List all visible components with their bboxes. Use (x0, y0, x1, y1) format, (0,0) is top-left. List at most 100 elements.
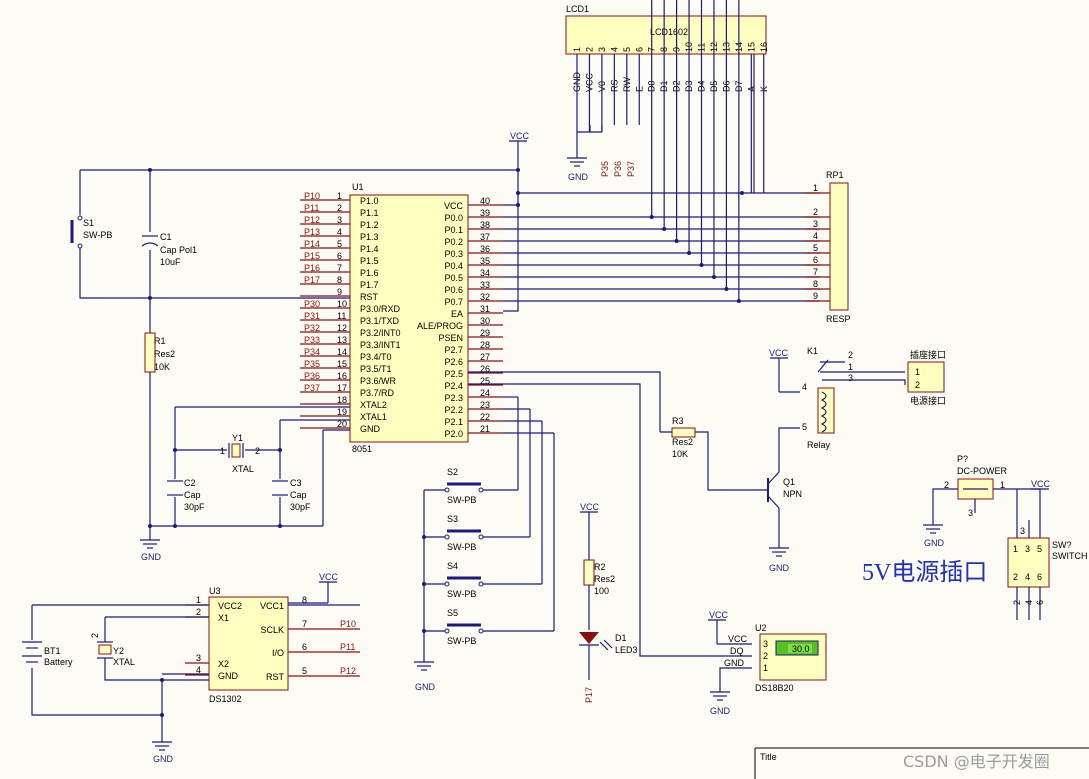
y1-crystal[interactable]: Y1 XTAL 1 2 (220, 433, 260, 474)
s1-reset-switch[interactable]: S1 SW-PB (70, 215, 112, 249)
junction (662, 227, 667, 231)
lcd-pin-number: 3 (597, 47, 607, 52)
gnd-left: GND (140, 526, 162, 562)
mcu-pin-name: P0.5 (444, 273, 463, 283)
switch-s4[interactable]: S4 SW-PB (422, 420, 543, 599)
switch-s5[interactable]: S5 SW-PB (422, 432, 555, 646)
out-connector[interactable]: 1 2 插座接口 电源接口 (907, 349, 946, 406)
c3-capacitor[interactable]: C3 Cap 30pF (272, 478, 311, 512)
lcd-gnd-symbol: GND (567, 157, 589, 182)
mcu-pin-name: P3.0/RXD (360, 304, 401, 314)
switch-designator: S5 (447, 608, 458, 618)
lcd-pin-number: 4 (609, 47, 619, 52)
bt1-battery[interactable]: BT1 Battery (22, 641, 73, 667)
mcu-pin-number: 24 (480, 388, 490, 398)
mcu-pin-number: 22 (480, 412, 490, 422)
mcu-pin-number: 30 (480, 316, 490, 326)
r1-resistor[interactable]: R1 Res2 10K (144, 332, 175, 373)
mcu-pin-name: P1.3 (360, 232, 379, 242)
mcu-pin-number: 38 (480, 220, 490, 230)
rp1-pins: 1 2 3 4 5 6 7 8 9 (805, 183, 830, 302)
k1-relay[interactable]: K1 Relay 2 1 3 4 5 (802, 346, 853, 450)
svg-text:2: 2 (915, 380, 920, 390)
q1-designator: Q1 (783, 477, 795, 487)
sw-power-switch[interactable]: 1 3 5 2 4 6 SW? SWITCH 3 2 4 6 (1007, 520, 1088, 620)
svg-text:3: 3 (848, 373, 853, 383)
p7-name: DC-POWER (957, 466, 1007, 476)
switch-designator: S2 (447, 467, 458, 477)
y2-designator: Y2 (113, 646, 124, 656)
svg-text:5: 5 (1037, 544, 1042, 554)
mcu-pin-name: EA (451, 309, 463, 319)
d1-led[interactable]: D1 LED3 P17 (579, 632, 638, 703)
q1-transistor[interactable]: Q1 NPN (767, 468, 802, 548)
u3-ds1302[interactable]: U3 DS1302 1VCC22X13X24GND8VCC17SCLKP106I… (185, 586, 360, 704)
mcu-pin-name: P1.0 (360, 196, 379, 206)
mcu-pin-number: 5 (337, 239, 342, 249)
rp1-pin-number: 1 (813, 183, 818, 193)
power-socket-title: 5V电源插口 (862, 559, 987, 586)
svg-text:2: 2 (848, 350, 853, 360)
p7-dc-power[interactable]: P? DC-POWER 2 1 3 (944, 454, 1007, 518)
u3-pin-number: 5 (302, 666, 307, 676)
svg-text:4: 4 (802, 382, 807, 392)
mcu-pin-name: P3.6/WR (360, 376, 397, 386)
c1-value: 10uF (160, 257, 181, 267)
mcu-pin-name: P3.1/TXD (360, 316, 400, 326)
mcu-pin-number: 32 (480, 292, 490, 302)
u2-ds18b20[interactable]: U2 VCC DQ GND 3 2 1 30.0 DS18B20 (724, 623, 827, 693)
mcu-pin-number: 23 (480, 400, 490, 410)
mcu-net-label: P10 (304, 191, 320, 201)
c3-name: Cap (290, 490, 307, 500)
mcu-pin-name: P3.4/T0 (360, 352, 392, 362)
lcd-gnd-wire (576, 125, 603, 158)
mcu-name: 8051 (352, 444, 372, 454)
svg-text:VCC: VCC (580, 502, 600, 512)
rp1-resistor-pack[interactable]: RP1 RESP 1 2 3 4 5 6 7 8 9 (805, 170, 851, 324)
rp1-pin-number: 4 (813, 231, 818, 241)
u3-pin-number: 3 (196, 653, 201, 663)
mcu-pin-number: 34 (480, 268, 490, 278)
mcu-net-label: P37 (304, 383, 320, 393)
mcu-pin-name: P3.7/RD (360, 388, 395, 398)
u3-pin-name: I/O (272, 648, 284, 658)
schematic-canvas: LCD1 LCD1602 1GND2VCC3V04RS5RW6E7D08D19D… (22, 0, 1089, 779)
y2-crystal[interactable]: Y2 XTAL 2 (90, 633, 135, 667)
svg-text:VCC: VCC (728, 634, 748, 644)
mcu-pin-name: P2.0 (444, 429, 463, 439)
mcu-pin-name: P0.2 (444, 237, 463, 247)
mcu-pin-name: P3.3/INT1 (360, 340, 401, 350)
mcu-pin-number: 14 (337, 347, 347, 357)
relay-out-wires (845, 371, 906, 385)
p25-p24-wires (468, 371, 720, 657)
rp1-body (829, 182, 849, 311)
gnd-ds18b20: GND (710, 691, 731, 716)
mcu-pin-number: 33 (480, 280, 490, 290)
mcu-pin-number: 7 (337, 263, 342, 273)
svg-text:5: 5 (802, 422, 807, 432)
mcu-pin-name: XTAL1 (360, 412, 387, 422)
u3-net-label: P11 (340, 642, 355, 652)
u3-pin-number: 2 (196, 607, 201, 617)
mcu-net-label: P16 (304, 263, 320, 273)
svg-text:1: 1 (763, 663, 768, 673)
relay-coil-wires (778, 391, 800, 468)
d1-name: LED3 (615, 645, 638, 655)
vcc-ds1302: VCC (288, 572, 339, 604)
mcu-pin-name: RST (360, 292, 379, 302)
lcd-pin-number: 15 (746, 42, 756, 52)
svg-text:3: 3 (1025, 544, 1030, 554)
mcu-pin-name: P2.4 (444, 381, 463, 391)
rp1-name: RESP (826, 314, 851, 324)
c2-capacitor[interactable]: C2 Cap 30pF (167, 478, 205, 512)
mcu-pin-name: P0.6 (444, 285, 463, 295)
mcu-pin-name: GND (360, 424, 381, 434)
c1-designator: C1 (160, 232, 172, 242)
r3-resistor[interactable]: R3 Res2 10K (671, 416, 696, 459)
mcu-net-label: P13 (304, 227, 320, 237)
mcu-8051[interactable]: U1 8051 1 P1.0 P10 2 P1.1 P11 3 P1.2 P12 4 P1.3 P13… (300, 182, 503, 454)
mcu-net-label: P33 (304, 335, 320, 345)
k1-designator: K1 (807, 346, 818, 356)
rp1-pin-number: 8 (813, 279, 818, 289)
svg-text:GND: GND (769, 563, 790, 573)
